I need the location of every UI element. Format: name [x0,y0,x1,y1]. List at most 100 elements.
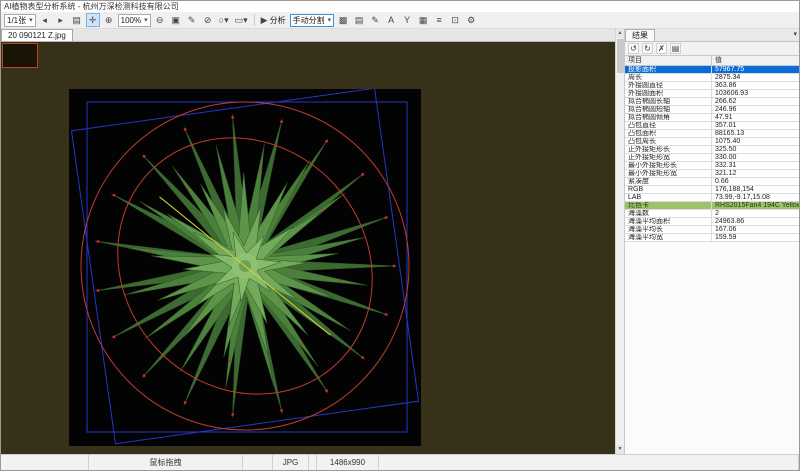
image-tab[interactable]: 20 090121 Z.jpg [1,29,73,41]
delete-region-button[interactable]: ⊘ [201,13,215,27]
result-label: 海藻数 [625,210,712,217]
zoom-in-button[interactable]: ⊕ [102,13,116,27]
copy-image-icon: ▤ [72,14,81,26]
result-label: 最小外接矩形长 [625,162,712,169]
export-report-icon: ▤ [355,14,364,26]
copy-image-button[interactable]: ▤ [70,13,84,27]
result-value: 176,188,154 [712,186,799,193]
result-label: 凸包面积 [625,130,712,137]
clear-results-icon: ✗ [658,44,665,53]
result-row[interactable]: 海藻数2 [625,210,799,218]
result-label: 拟合椭圆短轴 [625,106,712,113]
status-cell [1,455,89,470]
layout-icon: ⊡ [451,14,459,26]
result-row[interactable]: 外接圆直径363.86 [625,82,799,90]
circle-tool-button[interactable]: ○▾ [217,13,231,27]
grid-view-button[interactable]: ▦ [416,13,430,27]
result-label: RGB [625,186,712,193]
result-row[interactable]: RGB176,188,154 [625,186,799,194]
status-cell [309,455,317,470]
next-image-icon: ▸ [58,14,63,26]
grid-view-icon: ▦ [419,14,428,26]
result-row[interactable]: 外接圆面积103606.93 [625,90,799,98]
export-results-button[interactable]: ▤ [670,43,681,54]
status-cell: 1486x990 [317,455,379,470]
status-cell: JPG [273,455,309,470]
result-row[interactable]: 投影面积57967.75 [625,66,799,74]
result-row[interactable]: 最小外接矩形长332.31 [625,162,799,170]
result-value: 1075.40 [712,138,799,145]
next-image-button[interactable]: ▸ [54,13,68,27]
edit-region-button[interactable]: ✎ [185,13,199,27]
refresh-results-button[interactable]: ↺ [628,43,639,54]
result-row[interactable]: 周长2875.34 [625,74,799,82]
curve-tool-button[interactable]: ✎ [368,13,382,27]
clear-results-button[interactable]: ✗ [656,43,667,54]
export-results-icon: ▤ [672,44,680,53]
mode-selector[interactable]: 手动分割▾ [290,14,335,27]
rect-tool-button[interactable]: ▭▾ [233,13,250,27]
result-value: 2 [712,210,799,217]
result-label: 拟合椭圆倾角 [625,114,712,121]
result-row[interactable]: 正外接矩形长325.50 [625,146,799,154]
navigator-thumbnail[interactable] [2,43,38,68]
panel-pin-icon[interactable]: ▾ [793,29,797,41]
zoom-level-selector[interactable]: 100%▾ [118,14,151,27]
chevron-down-icon: ▾ [144,16,148,24]
result-row[interactable]: LAB73.99,-9.17,15.08 [625,194,799,202]
result-row[interactable]: 紧凑度0.66 [625,178,799,186]
window-title: AI植物表型分析系统 - 杭州万深检测科技有限公司 [1,1,799,12]
result-label: 海藻平均宽 [625,234,712,241]
result-row[interactable]: 最小外接矩形宽321.12 [625,170,799,178]
result-row[interactable]: 海藻平均宽159.59 [625,234,799,242]
rect-tool-icon: ▭ [235,14,244,26]
image-view-button[interactable]: ▩ [336,13,350,27]
result-label: 凸包直径 [625,122,712,129]
settings-button[interactable]: ⚙ [464,13,478,27]
image-view-icon: ▩ [339,14,348,26]
fit-window-button[interactable]: ▣ [169,13,183,27]
pan-tool-button[interactable]: ✛ [86,13,100,27]
chevron-down-icon: ▾ [224,15,229,26]
result-row[interactable]: 拟合椭圆长轴266.62 [625,98,799,106]
result-value: 73.99,-9.17,15.08 [712,194,799,201]
column-header-value: 值 [712,56,799,65]
label-a-button[interactable]: A [384,13,398,27]
layout-button[interactable]: ⊡ [448,13,462,27]
result-row[interactable]: 海藻平均长167.06 [625,226,799,234]
result-row[interactable]: 比色卡RHS2015Fan4 194C Yellow [625,202,799,210]
page-selector[interactable]: 1/1张▾ [4,14,36,27]
pan-tool-icon: ✛ [89,14,97,26]
result-label: 最小外接矩形宽 [625,170,712,177]
zoom-out-button[interactable]: ⊖ [153,13,167,27]
redo-results-button[interactable]: ↻ [642,43,653,54]
mode-selector-label: 手动分割 [293,15,325,26]
analysis-image[interactable] [69,89,421,446]
vertical-scrollbar[interactable]: ▲ ▼ [615,29,624,454]
result-row[interactable]: 正外接矩形宽330.00 [625,154,799,162]
prev-image-icon: ◂ [42,14,47,26]
status-bar: 鼠标拖拽JPG1486x990 [1,454,799,470]
result-row[interactable]: 凸包面积88165.13 [625,130,799,138]
result-row[interactable]: 拟合椭圆倾角47.91 [625,114,799,122]
analyze-button[interactable]: ▶分析 [259,13,288,27]
list-view-button[interactable]: ≡ [432,13,446,27]
export-report-button[interactable]: ▤ [352,13,366,27]
result-value: 363.86 [712,82,799,89]
result-row[interactable]: 凸包直径357.01 [625,122,799,130]
scrollbar-thumb[interactable] [617,39,624,73]
result-value: RHS2015Fan4 194C Yellow [712,202,799,209]
label-y-button[interactable]: Y [400,13,414,27]
plant-image-svg [69,89,421,446]
result-row[interactable]: 凸包周长1075.40 [625,138,799,146]
result-row[interactable]: 海藻平均面积24963.86 [625,218,799,226]
image-canvas[interactable] [1,42,615,454]
label-y-icon: Y [404,14,410,26]
prev-image-button[interactable]: ◂ [38,13,52,27]
tab-results[interactable]: 结果 [625,29,655,41]
result-row[interactable]: 拟合椭圆短轴246.96 [625,106,799,114]
result-value: 88165.13 [712,130,799,137]
zoom-level-selector-label: 100% [121,16,141,25]
result-label: LAB [625,194,712,201]
result-label: 拟合椭圆长轴 [625,98,712,105]
